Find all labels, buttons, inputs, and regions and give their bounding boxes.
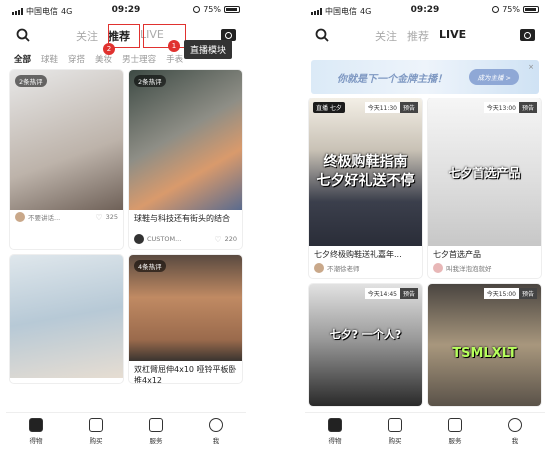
profile-icon: [508, 418, 522, 432]
tab-recommend[interactable]: 推荐: [407, 28, 429, 44]
feed-card[interactable]: [10, 255, 123, 383]
cover-title: TSMLXLT: [452, 346, 517, 361]
category-all[interactable]: 全部: [14, 53, 31, 65]
schedule-time: 今天14:45: [364, 288, 400, 299]
top-nav: 关注 推荐 LIVE: [305, 22, 545, 50]
cover-title: 七夕首选产品: [448, 166, 521, 180]
bag-icon: [388, 418, 402, 432]
category-sneakers[interactable]: 球鞋: [41, 53, 58, 65]
card-caption: 七夕终极购鞋送礼嘉年...: [314, 250, 402, 259]
live-card[interactable]: 今天15:00 预告 TSMLXLT: [428, 284, 541, 406]
dewu-logo-icon: [29, 418, 43, 432]
author-name: 不潮徐老师: [327, 265, 360, 273]
category-grooming[interactable]: 男士理容: [122, 53, 156, 65]
tab-me[interactable]: 我: [485, 413, 545, 450]
feed-card[interactable]: 2条热评 不要讲话... ♡ 325: [10, 70, 123, 249]
card-image: [10, 255, 123, 378]
tab-dewu[interactable]: 得物: [6, 413, 66, 450]
live-card[interactable]: 今天13:00 预告 七夕首选产品 七夕首选产品 叫我洋泡泡就好: [428, 98, 541, 278]
card-image: 2条热评: [129, 70, 242, 210]
bottom-tab-bar: 得物 购买 服务 我: [6, 412, 246, 450]
card-image: 2条热评: [10, 70, 123, 210]
tab-follow[interactable]: 关注: [76, 28, 98, 44]
phone-right: 中国电信 4G 09:29 75% 关注 推荐 LIVE 你就是下一个金牌主播！…: [305, 0, 545, 450]
tab-dewu[interactable]: 得物: [305, 413, 365, 450]
preview-badge: 预告: [399, 288, 418, 299]
dewu-logo-icon: [328, 418, 342, 432]
like-count: 325: [105, 213, 118, 221]
preview-badge: 预告: [399, 102, 418, 113]
close-icon[interactable]: ×: [528, 63, 534, 71]
card-image: 今天14:45 预告 七夕? 一个人?: [309, 284, 422, 406]
banner-text: 你就是下一个金牌主播！: [337, 74, 447, 85]
author-name: 不要讲话...: [28, 214, 61, 222]
live-feed: 直播 七夕 今天11:30 预告 终极购鞋指南 七夕好礼送不停 七夕终极购鞋送礼嘉…: [305, 98, 545, 412]
feed-card[interactable]: 2条热评 球鞋与科技还有街头的结合 CUSTOM... ♡ 220: [129, 70, 242, 249]
search-icon[interactable]: [315, 28, 329, 42]
card-caption: 球鞋与科技还有街头的结合: [134, 214, 230, 223]
status-bar: 中国电信 4G 09:29 75%: [6, 0, 246, 22]
tab-buy[interactable]: 购买: [66, 413, 126, 450]
camera-icon[interactable]: [520, 29, 535, 41]
feed: 2条热评 不要讲话... ♡ 325 2条热评 球鞋与科技还有街头的结合 CUS…: [6, 68, 246, 412]
preview-badge: 预告: [518, 102, 537, 113]
author-name: 叫我洋泡泡就好: [446, 265, 492, 273]
hot-comments-badge: 2条热评: [134, 75, 166, 87]
feed-card[interactable]: 4条热评 双杠臂屈伸4x10 哑铃平板卧推4x12: [129, 255, 242, 383]
shield-icon: [149, 418, 163, 432]
schedule-time: 今天15:00: [483, 288, 519, 299]
card-image: 今天13:00 预告 七夕首选产品: [428, 98, 541, 246]
card-image: 直播 七夕 今天11:30 预告 终极购鞋指南 七夕好礼送不停: [309, 98, 422, 246]
alarm-icon: [193, 6, 201, 13]
bottom-tab-bar: 得物 购买 服务 我: [305, 412, 545, 450]
tab-service[interactable]: 服务: [126, 413, 186, 450]
live-tag: 直播 七夕: [313, 102, 345, 113]
tab-follow[interactable]: 关注: [375, 28, 397, 44]
avatar: [15, 212, 25, 222]
author-name: CUSTOM...: [147, 235, 182, 243]
top-tabs: 关注 推荐 LIVE: [375, 28, 466, 44]
live-card[interactable]: 今天14:45 预告 七夕? 一个人?: [309, 284, 422, 406]
heart-icon[interactable]: ♡: [214, 235, 221, 244]
battery-text: 75%: [203, 5, 221, 14]
category-outfit[interactable]: 穿搭: [68, 53, 85, 65]
battery-icon: [523, 6, 539, 13]
bag-icon: [89, 418, 103, 432]
avatar: [134, 234, 144, 244]
tab-service[interactable]: 服务: [425, 413, 485, 450]
preview-badge: 预告: [518, 288, 537, 299]
hot-comments-badge: 4条热评: [134, 260, 166, 272]
annotation-badge-2: 2: [103, 43, 115, 55]
phone-left: 中国电信 4G 09:29 75% 关注 推荐 LIVE 全部 球鞋 穿搭 美妆…: [6, 0, 246, 450]
live-card[interactable]: 直播 七夕 今天11:30 预告 终极购鞋指南 七夕好礼送不停 七夕终极购鞋送礼嘉…: [309, 98, 422, 278]
search-icon[interactable]: [16, 28, 30, 42]
schedule-time: 今天11:30: [364, 102, 400, 113]
profile-icon: [209, 418, 223, 432]
status-bar: 中国电信 4G 09:29 75%: [305, 0, 545, 22]
shield-icon: [448, 418, 462, 432]
battery-icon: [224, 6, 240, 13]
become-streamer-button[interactable]: 成为主播 >: [469, 69, 519, 85]
live-module-tooltip: 直播模块: [184, 40, 233, 59]
category-watches[interactable]: 手表: [166, 53, 183, 65]
annotation-badge-1: 1: [168, 40, 180, 52]
card-caption: 双杠臂屈伸4x10 哑铃平板卧推4x12: [134, 365, 237, 383]
card-caption: 七夕首选产品: [433, 250, 481, 259]
tab-live[interactable]: LIVE: [439, 28, 466, 44]
like-count: 220: [224, 235, 237, 243]
streamer-banner[interactable]: 你就是下一个金牌主播！ 成为主播 > ×: [311, 60, 539, 94]
cover-title: 七夕? 一个人?: [329, 328, 402, 341]
heart-icon[interactable]: ♡: [95, 213, 102, 222]
schedule-time: 今天13:00: [483, 102, 519, 113]
avatar: [433, 263, 443, 273]
tab-buy[interactable]: 购买: [365, 413, 425, 450]
hot-comments-badge: 2条热评: [15, 75, 47, 87]
avatar: [314, 263, 324, 273]
cover-title: 终极购鞋指南 七夕好礼送不停: [316, 154, 415, 189]
card-image: 4条热评: [129, 255, 242, 361]
tab-me[interactable]: 我: [186, 413, 246, 450]
alarm-icon: [492, 6, 500, 13]
card-image: 今天15:00 预告 TSMLXLT: [428, 284, 541, 406]
battery-text: 75%: [502, 5, 520, 14]
